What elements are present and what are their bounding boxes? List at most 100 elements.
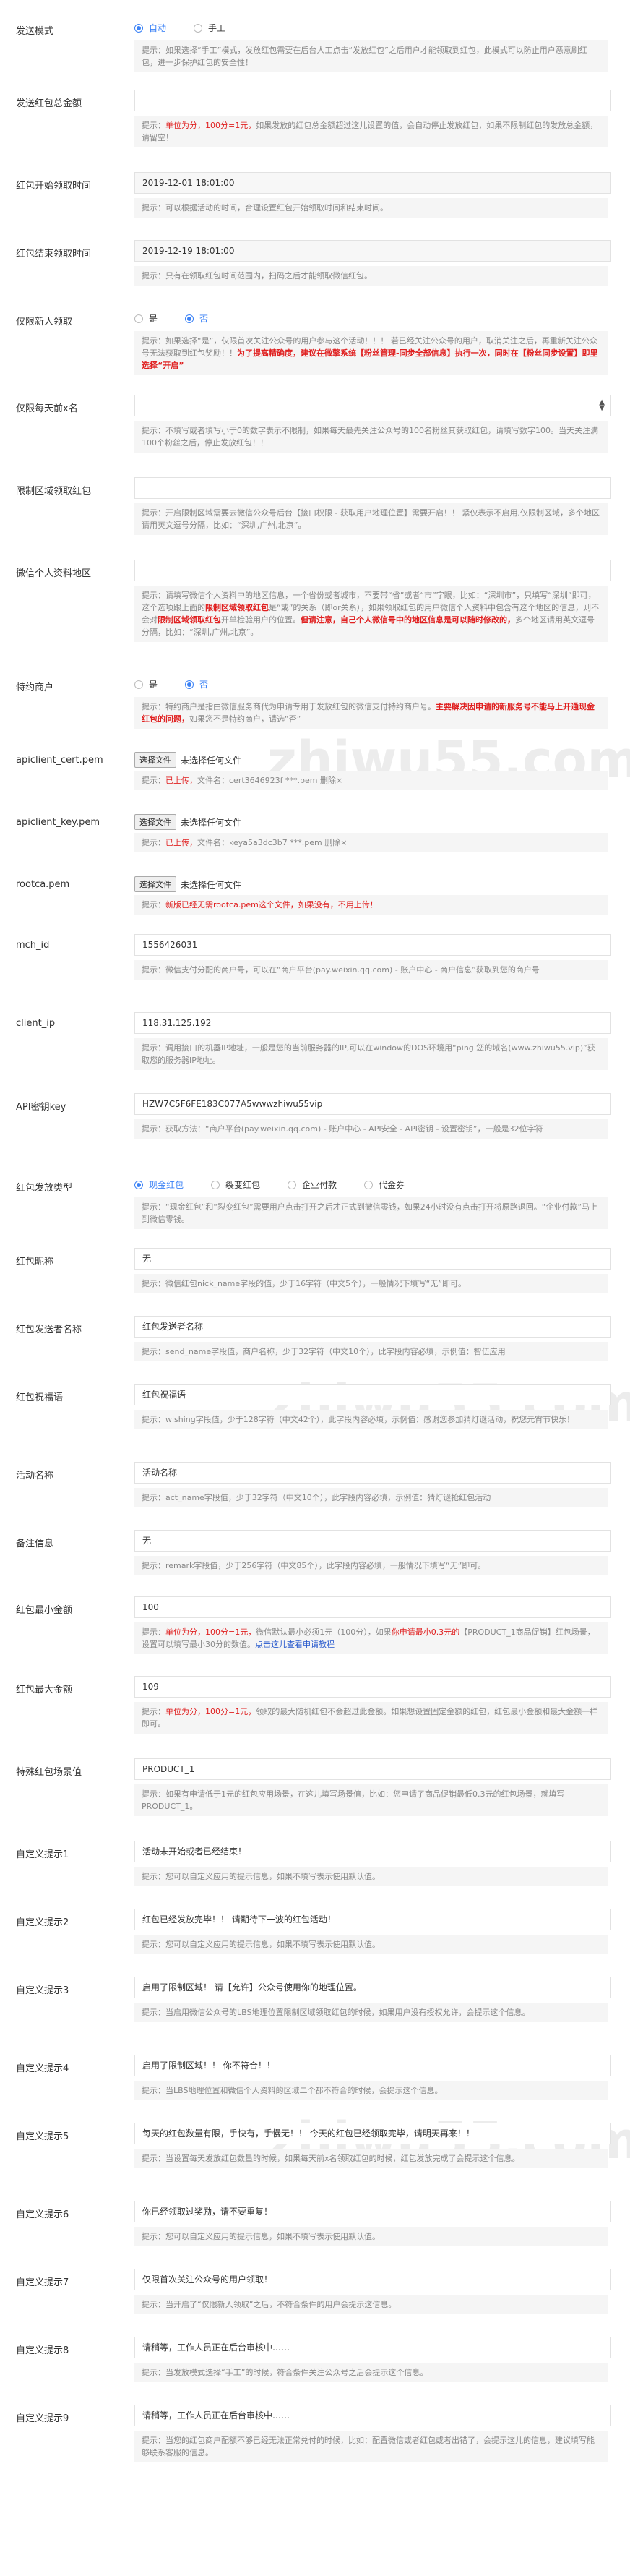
wishing-input[interactable]: 红包祝福语	[134, 1384, 611, 1405]
send-name-hint: 提示：send_name字段值，商户名称，少于32字符（中文10个），此字段内容…	[134, 1342, 608, 1361]
radio-dot	[134, 1180, 143, 1189]
scene-id-input[interactable]: PRODUCT_1	[134, 1758, 611, 1780]
key-pem-label: apiclient_key.pem	[16, 817, 100, 828]
cert-pem-label: apiclient_cert.pem	[16, 755, 103, 766]
key-pem-hint: 提示：已上传，文件名：keya5a3dc3b7 ***.pem 删除×	[134, 833, 608, 852]
remark-hint: 提示：remark字段值，少于256字符（中文85个），此字段内容必填，一般情况…	[134, 1556, 608, 1575]
send-mode-hint: 提示：如果选择“手工”模式，发放红包需要在后台人工点击“发放红包”之后用户才能领…	[134, 40, 608, 72]
tutorial-link[interactable]: 点击这儿查看申请教程	[255, 1640, 335, 1649]
region-limit-label: 限制区域领取红包	[16, 486, 92, 497]
cert-pem-file-status: 未选择任何文件	[181, 755, 242, 766]
new-user-hint: 提示：如果选择“是”，仅限首次关注公众号的用户参与这个活动！！！ 若已经关注公众…	[134, 331, 608, 375]
custom6-label: 自定义提示6	[16, 2209, 69, 2220]
custom6-hint: 提示：您可以自定义应用的提示信息，如果不填写表示使用默认值。	[134, 2227, 608, 2246]
personal-region-input[interactable]	[134, 560, 611, 581]
remark-label: 备注信息	[16, 1539, 54, 1549]
personal-region-hint: 提示：请填写微信个人资料中的地区信息，一个省份或者城市，不要带“省”或者“市”字…	[134, 586, 608, 642]
new-user-yes-radio[interactable]: 是	[134, 312, 158, 325]
custom2-input[interactable]: 红包已经发放完毕！！ 请期待下一波的红包活动！	[134, 1909, 611, 1930]
act-name-input[interactable]: 活动名称	[134, 1462, 611, 1484]
min-amount-input[interactable]: 100	[134, 1596, 611, 1618]
radio-dot	[288, 1180, 297, 1189]
custom4-input[interactable]: 启用了限制区域！！ 你不符合！！	[134, 2055, 611, 2076]
cert-pem-file-button[interactable]: 选择文件	[134, 752, 176, 768]
custom4-hint: 提示：当LBS地理位置和微信个人资料的区域二个都不符合的时候，会提示这个信息。	[134, 2081, 608, 2100]
mch-id-hint: 提示：微信支付分配的商户号，可以在“商户平台(pay.weixin.qq.com…	[134, 960, 608, 980]
special-merchant-hint: 提示：特约商户是指由微信服务商代为申请专用于发放红包的微信支付特约商户号。主要解…	[134, 697, 608, 729]
key-pem-file-button[interactable]: 选择文件	[134, 814, 176, 830]
custom7-input[interactable]: 仅限首次关注公众号的用户领取！	[134, 2269, 611, 2290]
custom5-hint: 提示：当设置每天发放红包数量的时候，如果每天前x名领取红包的时候，红包发放完成了…	[134, 2149, 608, 2168]
end-time-input[interactable]: 2019-12-19 18:01:00	[134, 240, 611, 262]
special-merchant-no-radio[interactable]: 否	[185, 678, 208, 690]
custom2-label: 自定义提示2	[16, 1917, 69, 1928]
spinner-icon[interactable]: ▲ ▼	[599, 399, 605, 412]
packet-type-cash-radio[interactable]: 现金红包	[134, 1178, 184, 1191]
max-amount-input[interactable]: 109	[134, 1676, 611, 1698]
custom3-label: 自定义提示3	[16, 1985, 69, 1996]
radio-dot	[134, 314, 143, 323]
special-merchant-yes-radio[interactable]: 是	[134, 678, 158, 690]
radio-dot	[185, 314, 194, 323]
special-merchant-label: 特约商户	[16, 682, 54, 693]
region-limit-hint: 提示：开启限制区域需要去微信公众号后台【接口权限 - 获取用户地理位置】需要开启…	[134, 503, 608, 535]
radio-dot	[185, 680, 194, 689]
send-mode-manual-radio[interactable]: 手工	[194, 22, 225, 34]
personal-region-label: 微信个人资料地区	[16, 568, 92, 579]
send-name-label: 红包发送者名称	[16, 1325, 82, 1335]
daily-limit-label: 仅限每天前x名	[16, 403, 78, 414]
send-mode-auto-radio[interactable]: 自动	[134, 22, 166, 34]
nick-name-input[interactable]: 无	[134, 1248, 611, 1270]
total-amount-input[interactable]	[134, 90, 611, 111]
rootca-pem-hint: 提示：新版已经无需rootca.pem这个文件，如果没有，不用上传！	[134, 895, 608, 915]
start-time-input[interactable]: 2019-12-01 18:01:00	[134, 172, 611, 194]
nick-name-hint: 提示：微信红包nick_name字段的值，少于16字符（中文5个），一般情况下填…	[134, 1274, 608, 1293]
rootca-pem-file-status: 未选择任何文件	[181, 879, 242, 890]
custom1-label: 自定义提示1	[16, 1849, 69, 1860]
packet-type-hint: 提示：“现金红包”和“裂变红包”需要用户点击打开之后才正式到微信零钱，如果24小…	[134, 1197, 608, 1229]
packet-type-fission-radio[interactable]: 裂变红包	[211, 1178, 260, 1191]
packet-type-label: 红包发放类型	[16, 1183, 73, 1194]
radio-dot	[134, 23, 143, 33]
total-amount-hint: 提示：单位为分，100分=1元，如果发放的红包总金额超过这儿设置的值，会自动停止…	[134, 116, 608, 147]
max-amount-label: 红包最大金额	[16, 1685, 73, 1695]
daily-limit-hint: 提示：不填写或者填写小于0的数字表示不限制，如果每天最先关注公众号的100名粉丝…	[134, 421, 608, 453]
mch-id-label: mch_id	[16, 940, 50, 951]
wishing-hint: 提示：wishing字段值，少于128字符（中文42个），此字段内容必填，示例值…	[134, 1410, 608, 1429]
api-key-input[interactable]: HZW7C5F6FE183C077A5wwwzhiwu55vip	[134, 1093, 611, 1115]
region-limit-input[interactable]	[134, 477, 611, 499]
custom7-label: 自定义提示7	[16, 2277, 69, 2288]
custom5-input[interactable]: 每天的红包数量有限，手快有，手慢无！！ 今天的红包已经领取完毕，请明天再来！！	[134, 2123, 611, 2144]
custom1-input[interactable]: 活动未开始或者已经结束！	[134, 1841, 611, 1862]
custom3-hint: 提示：当启用微信公众号的LBS地理位置限制区域领取红包的时候，如果用户没有授权允…	[134, 2003, 608, 2022]
key-pem-file-status: 未选择任何文件	[181, 817, 242, 828]
new-user-label: 仅限新人领取	[16, 317, 73, 328]
rootca-pem-file-button[interactable]: 选择文件	[134, 876, 176, 892]
radio-dot	[134, 680, 143, 689]
remark-input[interactable]: 无	[134, 1530, 611, 1552]
custom5-label: 自定义提示5	[16, 2131, 69, 2142]
custom6-input[interactable]: 你已经领取过奖励，请不要重复！	[134, 2201, 611, 2222]
min-amount-hint: 提示：单位为分，100分=1元，微信默认最小必须1元（100分），如果你申请最小…	[134, 1622, 608, 1654]
send-name-input[interactable]: 红包发送者名称	[134, 1316, 611, 1338]
packet-type-enterprise-radio[interactable]: 企业付款	[288, 1178, 337, 1191]
packet-type-voucher-radio[interactable]: 代金券	[364, 1178, 405, 1191]
custom3-input[interactable]: 启用了限制区域！ 请【允许】公众号使用你的地理位置。	[134, 1977, 611, 1998]
custom9-input[interactable]: 请稍等，工作人员正在后台审核中……	[134, 2405, 611, 2426]
start-time-hint: 提示：可以根据活动的时间，合理设置红包开始领取时间和结束时间。	[134, 198, 608, 218]
client-ip-hint: 提示：调用接口的机器IP地址，一般是您的当前服务器的IP,可以在window的D…	[134, 1038, 608, 1070]
min-amount-label: 红包最小金额	[16, 1605, 73, 1616]
custom8-input[interactable]: 请稍等，工作人员正在后台审核中……	[134, 2337, 611, 2358]
api-key-label: API密钥key	[16, 1102, 66, 1113]
custom8-hint: 提示：当发放模式选择“手工”的时候，符合条件关注公众号之后会提示这个信息。	[134, 2363, 608, 2382]
client-ip-input[interactable]: 118.31.125.192	[134, 1012, 611, 1034]
mch-id-input[interactable]: 1556426031	[134, 934, 611, 956]
nick-name-label: 红包昵称	[16, 1257, 54, 1267]
scene-id-label: 特殊红包场景值	[16, 1767, 82, 1778]
send-mode-label: 发送模式	[16, 26, 54, 37]
act-name-label: 活动名称	[16, 1471, 54, 1481]
daily-limit-select[interactable]: ▲ ▼	[134, 395, 611, 416]
new-user-no-radio[interactable]: 否	[185, 312, 208, 325]
rootca-pem-label: rootca.pem	[16, 879, 70, 890]
cert-pem-hint: 提示：已上传，文件名：cert3646923f ***.pem 删除×	[134, 771, 608, 790]
